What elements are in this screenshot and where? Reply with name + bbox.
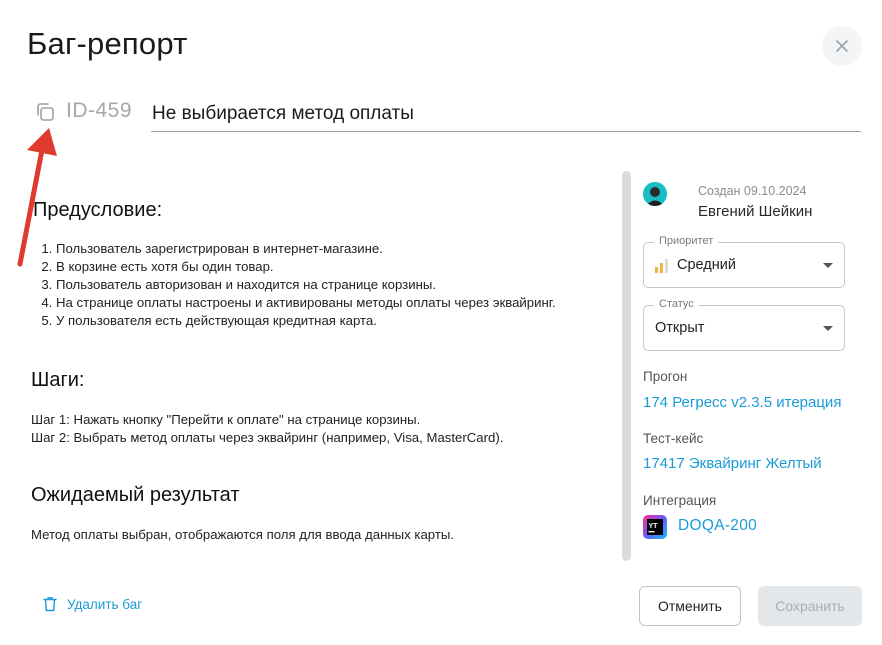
svg-text:YT: YT [649,523,659,530]
chevron-down-icon [823,326,833,331]
run-label: Прогон [643,369,688,384]
priority-value: Средний [677,257,736,273]
status-label: Статус [654,298,699,310]
priority-bars-icon [655,259,668,273]
dialog-title: Баг-репорт [27,26,188,61]
integration-link[interactable]: DOQA-200 [678,517,757,535]
issue-id: ID-459 [66,99,133,122]
steps-heading: Шаги: [31,369,85,391]
testcase-label: Тест-кейс [643,431,704,446]
precondition-item: В корзине есть хотя бы один товар. [56,258,616,276]
precondition-item: На странице оплаты настроены и активиров… [56,294,616,312]
precondition-item: Пользователь зарегистрирован в интернет-… [56,240,616,258]
created-date: Создан 09.10.2024 [698,184,807,198]
chevron-down-icon [823,263,833,268]
delete-bug-label: Удалить баг [67,596,143,612]
copy-icon[interactable] [34,101,56,123]
trash-icon [43,597,57,612]
scrollbar[interactable] [622,171,631,561]
delete-bug-button[interactable]: Удалить баг [43,596,142,612]
expected-result-text: Метод оплаты выбран, отображаются поля д… [31,527,455,542]
youtrack-logo-icon: YT [643,515,667,539]
cancel-button[interactable]: Отменить [639,586,741,626]
run-link[interactable]: 174 Регресс v2.3.5 итерация [643,394,855,411]
precondition-heading: Предусловие: [33,199,163,221]
precondition-list: Пользователь зарегистрирован в интернет-… [33,240,616,330]
bug-report-dialog: Баг-репорт ID-459 Предусловие: Пользоват… [0,0,882,645]
priority-label: Приоритет [654,235,719,247]
avatar [643,182,667,206]
close-icon [836,40,848,52]
step-line: Шаг 2: Выбрать метод оплаты через эквайр… [31,430,504,445]
precondition-item: Пользователь авторизован и находится на … [56,276,616,294]
steps-block: Шаг 1: Нажать кнопку "Перейти к оплате" … [31,411,503,447]
precondition-item: У пользователя есть действующая кредитна… [56,312,616,330]
summary-input[interactable] [151,96,861,132]
testcase-link[interactable]: 17417 Эквайринг Желтый [643,455,846,472]
integration-label: Интеграция [643,493,717,508]
step-line: Шаг 1: Нажать кнопку "Перейти к оплате" … [31,412,421,427]
author-name: Евгений Шейкин [698,203,813,220]
priority-select[interactable]: Приоритет Средний [643,235,845,288]
status-value: Открыт [655,320,705,336]
expected-result-heading: Ожидаемый результат [31,484,240,506]
status-select[interactable]: Статус Открыт [643,298,845,351]
close-button[interactable] [822,26,862,66]
save-button[interactable]: Сохранить [758,586,862,626]
